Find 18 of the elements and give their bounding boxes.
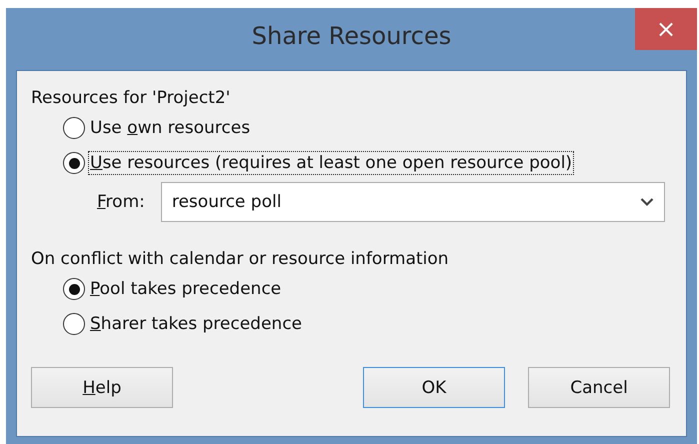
radio-button[interactable] bbox=[63, 152, 85, 174]
radio-button[interactable] bbox=[63, 117, 85, 139]
close-button[interactable]: × bbox=[635, 8, 697, 50]
field-label: From: bbox=[97, 192, 145, 212]
window-title: Share Resources bbox=[252, 22, 452, 50]
radio-label[interactable]: Use own resources bbox=[89, 117, 252, 139]
dialog-button[interactable]: Help bbox=[31, 367, 173, 408]
dialog-button[interactable]: OK bbox=[363, 367, 505, 408]
radio-button[interactable] bbox=[63, 313, 85, 335]
pool-dropdown[interactable]: resource poll bbox=[160, 182, 665, 222]
radio-label[interactable]: Pool takes precedence bbox=[89, 278, 282, 300]
radio-button[interactable] bbox=[63, 278, 85, 300]
dialog-button[interactable]: Cancel bbox=[528, 367, 670, 408]
chevron-down-icon bbox=[640, 197, 654, 207]
group-label: On conflict with calendar or resource information bbox=[31, 248, 450, 271]
radio-label[interactable]: Use resources (requires at least one open resource pool) bbox=[89, 152, 574, 174]
radio-label[interactable]: Sharer takes precedence bbox=[89, 313, 303, 335]
group-label: Resources for 'Project2' bbox=[31, 87, 232, 110]
